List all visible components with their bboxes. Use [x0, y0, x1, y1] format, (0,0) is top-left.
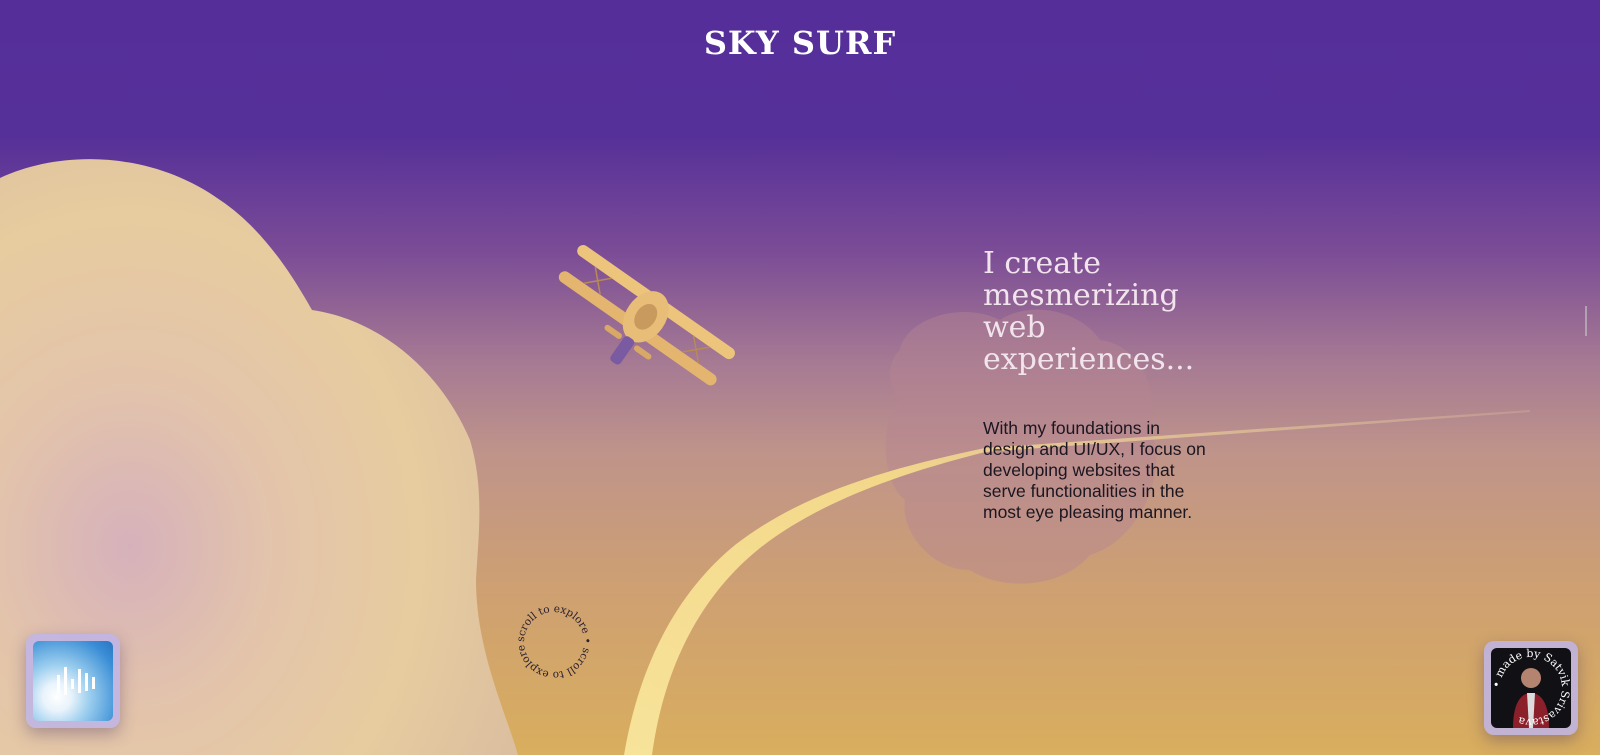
author-credit-badge[interactable]: • made by Satvik Srivastava [1484, 641, 1578, 735]
site-logo[interactable]: SKY SURF [0, 24, 1600, 62]
sky-scene [0, 159, 1530, 755]
music-toggle-button[interactable] [26, 634, 120, 728]
scroll-to-explore-indicator[interactable]: scroll to explore • scroll to explore • [511, 593, 594, 682]
portrait-illustration: • made by Satvik Srivastava [1491, 648, 1571, 728]
scroll-hint-path: scroll to explore • scroll to explore • [511, 593, 593, 681]
author-portrait: • made by Satvik Srivastava [1491, 648, 1571, 728]
scroll-hint-text: scroll to explore • scroll to explore • [514, 602, 593, 681]
hero-description: With my foundations in design and UI/UX,… [983, 418, 1206, 522]
sound-bars-icon [57, 667, 95, 695]
cloud-thumbnail [33, 641, 113, 721]
biplane-illustration [558, 245, 735, 386]
scroll-position-indicator[interactable] [1585, 306, 1587, 336]
hero-headline: I create mesmerizing web experiences... [983, 246, 1195, 377]
